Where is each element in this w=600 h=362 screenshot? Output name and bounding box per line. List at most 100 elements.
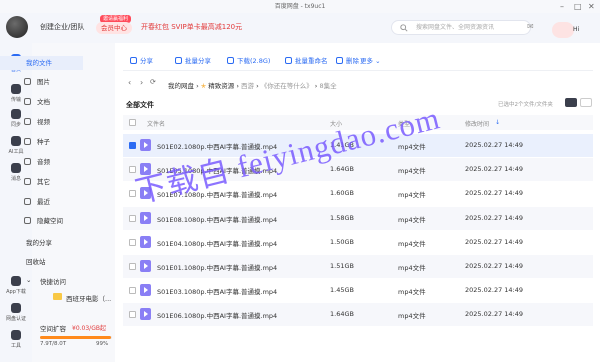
select-all-checkbox[interactable]	[129, 119, 136, 126]
video-file-icon	[140, 139, 151, 151]
close-icon[interactable]: ✕	[588, 2, 595, 11]
row-checkbox[interactable]	[129, 287, 136, 295]
storage-percent: 99%	[96, 341, 109, 347]
rename-icon	[285, 57, 292, 64]
file-name[interactable]: S01E08.1080p.中西AI字幕.普通摸.mp4	[157, 214, 277, 224]
file-type: mp4文件	[398, 288, 426, 297]
file-type: mp4文件	[398, 312, 426, 321]
file-name[interactable]: S01E03.1080p.中西AI字幕.普通摸.mp4	[157, 286, 277, 296]
avatar[interactable]	[6, 16, 28, 38]
file-type: mp4文件	[398, 167, 426, 176]
storage-bar	[40, 336, 112, 339]
table-row[interactable]: S01E03.1080p.中西AI字幕.普通摸.mp4 1.45GB mp4文件 20…	[123, 279, 593, 302]
row-checkbox[interactable]	[129, 214, 136, 222]
sidebar-item-torrent[interactable]: 种子	[0, 135, 83, 149]
seed-icon	[24, 138, 31, 145]
sidebar-item-recent[interactable]: 最近	[0, 195, 83, 209]
document-icon	[24, 98, 31, 105]
storage-quota: 7.9T/8.0T	[40, 341, 67, 347]
storage-bar-fill	[40, 336, 112, 339]
sidebar-item-images[interactable]: 图片	[0, 75, 83, 89]
sidebar-share[interactable]: 我的分享	[26, 237, 52, 247]
delete-button[interactable]: 删除	[336, 55, 359, 65]
rail-verify[interactable]: 网盘认证	[0, 303, 32, 322]
refresh-icon[interactable]: ⟳	[150, 78, 156, 86]
lock-icon	[24, 217, 31, 224]
rail-tools[interactable]: 工具	[0, 330, 32, 349]
sidebar-item-video[interactable]: 视频	[0, 115, 83, 129]
vip-center-button[interactable]: 会员中心	[96, 22, 132, 34]
image-icon	[24, 78, 31, 85]
table-row[interactable]: S01E08.1080p.中西AI字幕.普通摸.mp4 1.58GB mp4文件 20…	[123, 206, 593, 230]
row-checkbox[interactable]	[129, 311, 136, 319]
file-type: mp4文件	[398, 264, 426, 272]
search-icon	[400, 24, 408, 32]
chevron-down-icon[interactable]: ⌄	[26, 276, 31, 284]
list-view-icon[interactable]	[565, 98, 577, 107]
file-name[interactable]: S01E01.1080p.中西AI字幕.普通摸.mp4	[157, 262, 277, 272]
video-file-icon	[140, 284, 151, 297]
sidebar-item-my-files[interactable]: 我的文件	[0, 56, 83, 70]
minimize-icon[interactable]: –	[560, 2, 564, 11]
music-icon	[24, 158, 31, 165]
grid-view-icon[interactable]	[580, 98, 592, 107]
file-name[interactable]: S01E04.1080p.中西AI字幕.普通摸.mp4	[157, 238, 277, 248]
table-row[interactable]: S01E01.1080p.中西AI字幕.普通摸.mp4 1.51GB mp4文件 20…	[123, 255, 593, 278]
video-icon	[24, 118, 31, 125]
download-icon	[227, 57, 234, 64]
file-modified: 2025.02.27 14:49	[465, 237, 524, 246]
sidebar-item-docs[interactable]: 文档	[0, 95, 83, 109]
download-button[interactable]: 下载(2.8G)	[227, 55, 270, 65]
file-size: 1.45GB	[330, 286, 354, 295]
storage-label: 空间扩容	[40, 325, 66, 333]
file-size: 1.60GB	[330, 189, 354, 198]
phone-icon	[11, 276, 21, 286]
expand-link[interactable]: ¥0.03/GB起	[72, 323, 106, 332]
sidebar-item-other[interactable]: 其它	[0, 175, 83, 189]
clock-icon	[24, 198, 31, 205]
gift-icon[interactable]: ✉	[527, 22, 534, 31]
search-input[interactable]: 搜索网盘文件、全网资源资讯	[391, 20, 531, 35]
more-button[interactable]: 更多 ⌄	[360, 55, 381, 65]
shield-icon	[11, 303, 21, 313]
sidebar-item-audio[interactable]: 音频	[0, 155, 83, 169]
row-checkbox[interactable]	[129, 142, 136, 149]
back-icon[interactable]: ‹	[128, 78, 131, 87]
forward-icon[interactable]: ›	[140, 78, 143, 87]
video-file-icon	[140, 260, 151, 272]
file-modified: 2025.02.27 14:49	[465, 286, 524, 295]
folder-icon	[53, 293, 62, 300]
file-size: 1.58GB	[330, 213, 354, 222]
promo-link[interactable]: 开春红包 SVIP单卡最高减120元	[141, 22, 242, 32]
maximize-icon[interactable]: □	[574, 2, 582, 11]
table-row[interactable]: S01E06.1080p.中西AI字幕.普通摸.mp4 1.64GB mp4文件 20…	[123, 303, 593, 327]
file-type: mp4文件	[398, 215, 426, 224]
video-file-icon	[140, 211, 151, 224]
sort-desc-icon[interactable]: ↓	[495, 119, 500, 126]
row-checkbox[interactable]	[129, 238, 136, 246]
sidebar-quick-access[interactable]: 快捷访问	[40, 276, 66, 286]
file-type: mp4文件	[398, 239, 426, 248]
create-org-link[interactable]: 创建企业/团队	[40, 22, 84, 32]
selection-count: 已选中2个文件/文件夹	[498, 102, 553, 108]
file-size: 1.64GB	[330, 310, 354, 319]
sidebar-recycle[interactable]: 回收站	[26, 256, 46, 266]
user-avatar[interactable]	[552, 22, 574, 38]
table-row[interactable]: S01E04.1080p.中西AI字幕.普通摸.mp4 1.50GB mp4文件 20…	[123, 231, 593, 254]
file-modified: 2025.02.27 14:49	[465, 189, 524, 198]
divider	[123, 70, 593, 71]
grid-icon	[11, 330, 21, 340]
window-title: 百度网盘 - tx9uc1	[0, 0, 600, 13]
page-title: 全部文件	[126, 101, 154, 109]
share-button[interactable]: 分享	[130, 55, 153, 65]
batch-rename-button[interactable]: 批量重命名	[285, 55, 328, 65]
more-icon	[24, 178, 31, 185]
file-name[interactable]: S01E06.1080p.中西AI字幕.普通摸.mp4	[157, 310, 277, 320]
file-modified: 2025.02.27 14:49	[465, 262, 524, 270]
quick-access-item[interactable]: 西班牙电影（...	[66, 293, 114, 303]
batch-share-button[interactable]: 批量分享	[175, 55, 211, 65]
row-checkbox[interactable]	[129, 263, 136, 270]
app-window: 百度网盘 - tx9uc1 – □ ✕ 创建企业/团队 邀请赢福利 会员中心 开…	[0, 0, 600, 362]
sidebar-item-hidden[interactable]: 隐藏空间	[0, 214, 83, 228]
user-greeting[interactable]: Hi	[573, 26, 579, 33]
